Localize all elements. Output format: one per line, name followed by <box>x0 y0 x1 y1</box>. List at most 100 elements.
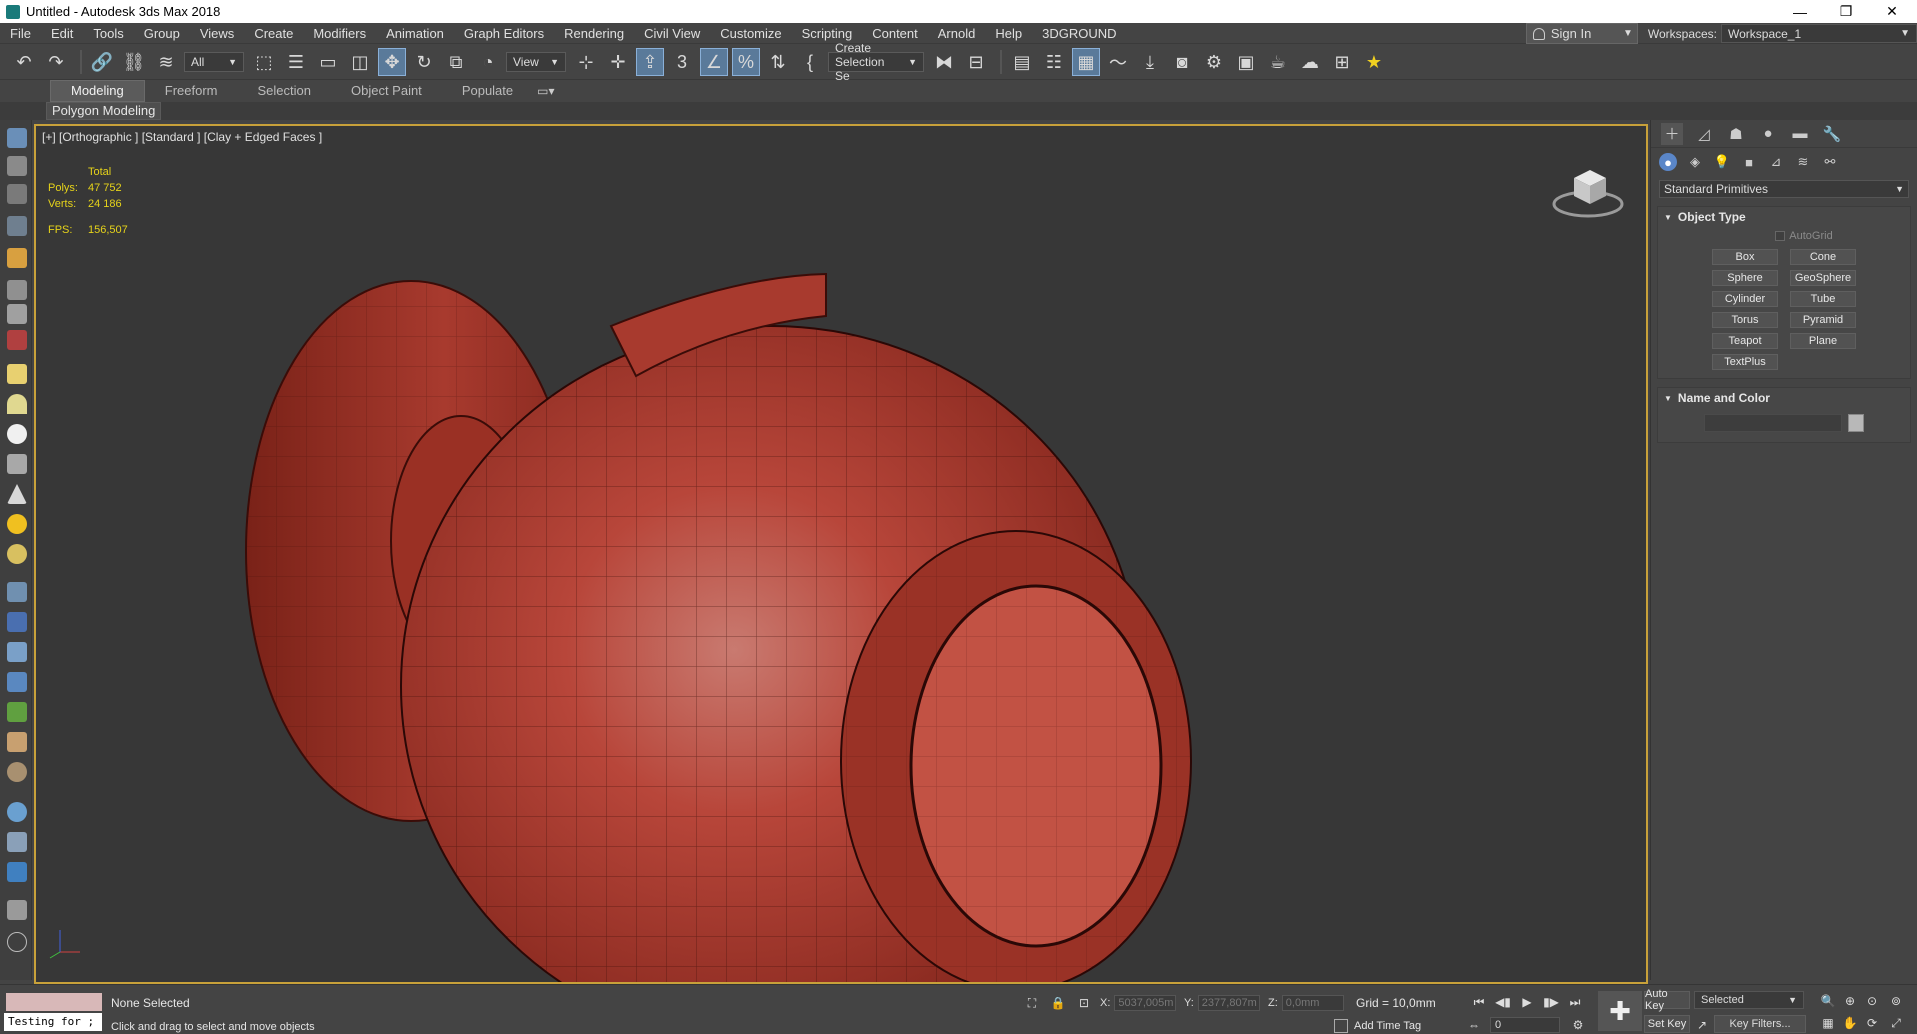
bind-space-warp-icon[interactable]: ≋ <box>152 48 180 76</box>
schematic-view-icon[interactable]: ⤓ <box>1136 48 1164 76</box>
tab-selection[interactable]: Selection <box>238 81 331 101</box>
tab-freeform[interactable]: Freeform <box>145 81 238 101</box>
ribbon-options-icon[interactable]: ▭▾ <box>537 84 554 98</box>
film-icon[interactable] <box>7 330 27 350</box>
redo-icon[interactable]: ↷ <box>42 48 70 76</box>
character-icon[interactable] <box>7 304 27 324</box>
select-object-icon[interactable]: ⬚ <box>250 48 278 76</box>
sun-icon[interactable] <box>7 514 27 534</box>
undo-icon[interactable]: ↶ <box>10 48 38 76</box>
menu-help[interactable]: Help <box>985 23 1032 44</box>
spinner-snap-icon[interactable]: ⇅ <box>764 48 792 76</box>
zoom-extents-icon[interactable]: ⊙ <box>1864 993 1880 1009</box>
shell-icon[interactable] <box>7 762 27 782</box>
menu-customize[interactable]: Customize <box>710 23 791 44</box>
placement-icon[interactable]: ◔ <box>474 48 502 76</box>
time-config-icon[interactable]: ⚙ <box>1570 1017 1586 1033</box>
field-of-view-icon[interactable]: ▦ <box>1820 1015 1836 1031</box>
dynamics-icon[interactable] <box>7 612 27 632</box>
teapot-icon[interactable] <box>7 128 27 148</box>
hf-icon[interactable] <box>7 732 27 752</box>
rotate-icon[interactable]: ↻ <box>410 48 438 76</box>
maximize-viewport-icon[interactable]: ⤢ <box>1888 1015 1904 1031</box>
cameras-icon[interactable]: ■ <box>1740 153 1758 171</box>
edit-named-selection-icon[interactable]: { <box>796 48 824 76</box>
menu-arnold[interactable]: Arnold <box>928 23 986 44</box>
tube-button[interactable]: Tube <box>1790 291 1856 307</box>
auto-key-button[interactable]: Auto Key <box>1644 988 1690 1012</box>
mirror-icon[interactable]: ⧓ <box>930 48 958 76</box>
render-in-cloud-icon[interactable]: ⊞ <box>1328 48 1356 76</box>
zoom-icon[interactable]: 🔍 <box>1820 993 1836 1009</box>
hair-icon[interactable] <box>7 702 27 722</box>
render-production-icon[interactable]: ☕ <box>1264 48 1292 76</box>
move-icon[interactable]: ✥ <box>378 48 406 76</box>
zoom-extents-all-icon[interactable]: ⊚ <box>1888 993 1904 1009</box>
selection-filter-dropdown[interactable]: All ▼ <box>184 52 244 72</box>
ref-coord-dropdown[interactable]: View ▼ <box>506 52 566 72</box>
pivot-center-icon[interactable]: ⊹ <box>572 48 600 76</box>
layer-explorer-icon[interactable]: ☷ <box>1040 48 1068 76</box>
helpers-icon[interactable]: ⊿ <box>1767 153 1785 171</box>
cone-button[interactable]: Cone <box>1790 249 1856 265</box>
minimize-button[interactable]: — <box>1777 0 1823 23</box>
set-key-button[interactable]: Set Key <box>1644 1015 1690 1033</box>
help-icon[interactable] <box>7 932 27 952</box>
light-icon[interactable] <box>7 248 27 268</box>
space-warps-icon[interactable]: ≋ <box>1794 153 1812 171</box>
set-key-mode-button[interactable]: ✚ <box>1598 991 1642 1031</box>
name-and-color-header[interactable]: ▼ Name and Color <box>1658 388 1910 408</box>
window-crossing-icon[interactable]: ◫ <box>346 48 374 76</box>
scale-icon[interactable]: ⧉ <box>442 48 470 76</box>
lights-icon[interactable]: 💡 <box>1713 153 1731 171</box>
unlink-icon[interactable]: ⛓ <box>120 48 148 76</box>
menu-civil-view[interactable]: Civil View <box>634 23 710 44</box>
menu-rendering[interactable]: Rendering <box>554 23 634 44</box>
teapot-button[interactable]: Teapot <box>1712 333 1778 349</box>
maxscript-input[interactable]: Testing for ; <box>4 1013 102 1031</box>
menu-graph-editors[interactable]: Graph Editors <box>454 23 554 44</box>
modify-tab-icon[interactable]: ◿ <box>1693 123 1715 145</box>
scene-explorer-icon[interactable]: ▤ <box>1008 48 1036 76</box>
render-iterative-icon[interactable]: ☁ <box>1296 48 1324 76</box>
pyramid-button[interactable]: Pyramid <box>1790 312 1856 328</box>
menu-modifiers[interactable]: Modifiers <box>303 23 376 44</box>
angle-snap-icon[interactable]: ∠ <box>700 48 728 76</box>
geosphere-button[interactable]: GeoSphere <box>1790 270 1856 286</box>
named-selection-dropdown[interactable]: Create Selection Se ▼ <box>828 41 924 83</box>
material-editor-icon[interactable]: ◙ <box>1168 48 1196 76</box>
render-icon[interactable] <box>7 862 27 882</box>
zoom-all-icon[interactable]: ⊕ <box>1842 993 1858 1009</box>
close-button[interactable]: ✕ <box>1869 0 1915 23</box>
menu-views[interactable]: Views <box>190 23 244 44</box>
grid-icon[interactable] <box>7 216 27 236</box>
bones-icon[interactable] <box>7 280 27 300</box>
polygon-modeling-panel[interactable]: Polygon Modeling <box>46 102 162 120</box>
key-filters-button[interactable]: Key Filters... <box>1714 1015 1806 1033</box>
absolute-mode-icon[interactable]: ⊡ <box>1076 995 1092 1011</box>
hemisphere-icon[interactable] <box>7 394 27 414</box>
layers-icon[interactable] <box>7 832 27 852</box>
object-name-input[interactable] <box>1704 414 1842 432</box>
textplus-button[interactable]: TextPlus <box>1712 354 1778 370</box>
tab-object-paint[interactable]: Object Paint <box>331 81 442 101</box>
select-manipulate-icon[interactable]: ✛ <box>604 48 632 76</box>
display-tab-icon[interactable]: ▬ <box>1789 123 1811 145</box>
menu-create[interactable]: Create <box>244 23 303 44</box>
previous-frame-icon[interactable]: ◀▮ <box>1494 993 1512 1011</box>
perspective-viewport[interactable]: [+] [Orthographic ] [Standard ] [Clay + … <box>34 124 1648 984</box>
menu-animation[interactable]: Animation <box>376 23 454 44</box>
systems-icon[interactable]: ⚯ <box>1821 153 1839 171</box>
align-icon[interactable]: ⊟ <box>962 48 990 76</box>
plugin-star-icon[interactable]: ★ <box>1360 48 1388 76</box>
z-field[interactable]: 0,0mm <box>1281 995 1344 1011</box>
sign-in-button[interactable]: Sign In ▼ <box>1525 23 1638 44</box>
sphere-gold-icon[interactable] <box>7 544 27 564</box>
viewcube-icon[interactable] <box>1548 160 1626 224</box>
orbit-icon[interactable]: ⟳ <box>1864 1015 1880 1031</box>
cylinder-button[interactable]: Cylinder <box>1712 291 1778 307</box>
globe-icon[interactable] <box>7 802 27 822</box>
menu-tools[interactable]: Tools <box>83 23 133 44</box>
add-time-tag[interactable]: Add Time Tag <box>1334 1019 1421 1033</box>
menu-group[interactable]: Group <box>134 23 190 44</box>
